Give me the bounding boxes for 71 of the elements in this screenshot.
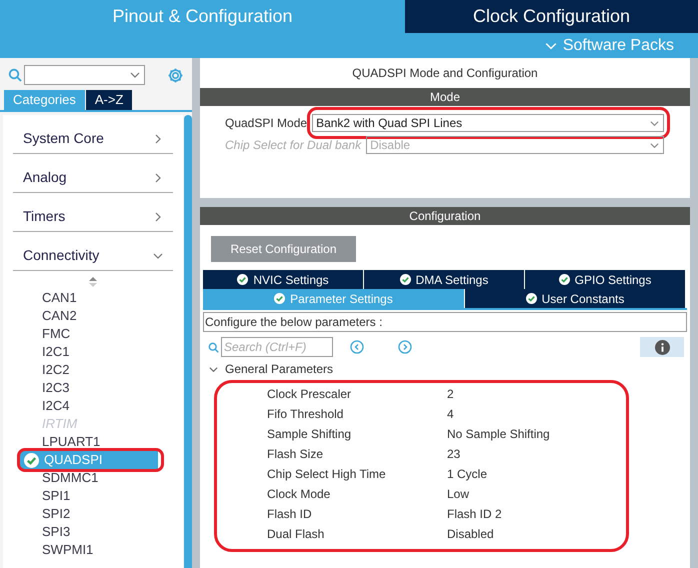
parameter-name: Dual Flash <box>267 526 326 543</box>
category-item[interactable]: Connectivity <box>13 232 173 271</box>
chevron-icon <box>209 364 218 374</box>
parameter-value[interactable]: Disabled <box>447 525 494 543</box>
section-header: Mode <box>200 88 690 106</box>
field-label: QuadSPI Mode <box>225 115 308 132</box>
parameter-name: Fifo Threshold <box>267 406 344 423</box>
peripheral-item[interactable]: I2C2 <box>3 361 183 379</box>
category-item[interactable]: System Core <box>13 115 173 154</box>
peripheral-item[interactable]: SPI3 <box>3 523 183 541</box>
check-icon <box>400 274 411 285</box>
parameter-name: Flash Size <box>267 446 324 463</box>
check-icon <box>24 452 39 468</box>
peripheral-item[interactable]: CAN2 <box>3 307 183 325</box>
category-item[interactable]: Analog <box>13 154 173 193</box>
peripheral-item[interactable]: SDMMC1 <box>3 469 183 487</box>
parameter-name: Sample Shifting <box>267 426 352 443</box>
config-tab[interactable]: GPIO Settings <box>525 270 685 289</box>
previous-icon[interactable] <box>350 340 364 354</box>
peripheral-item[interactable]: FMC <box>3 325 183 343</box>
group-header[interactable]: General Parameters <box>209 361 334 377</box>
field-label: Chip Select for Dual bank <box>225 137 362 154</box>
search-icon <box>8 68 22 82</box>
parameter-value[interactable]: 4 <box>447 405 454 423</box>
peripheral-item[interactable]: SPI1 <box>3 487 183 505</box>
peripheral-item[interactable]: CAN1 <box>3 289 183 307</box>
config-tab[interactable]: User Constants <box>465 289 685 308</box>
settings-icon[interactable] <box>167 66 184 84</box>
search-dropdown[interactable] <box>24 65 145 85</box>
peripheral-item[interactable]: SPI2 <box>3 505 183 523</box>
chevron-icon <box>649 140 660 150</box>
peripheral-item[interactable]: SWPMI1 <box>3 541 183 559</box>
panel-title: QUADSPI Mode and Configuration <box>351 65 539 82</box>
search-field[interactable]: Search (Ctrl+F) <box>221 337 333 357</box>
chevron-icon <box>153 133 163 145</box>
parameter-name: Chip Select High Time <box>267 466 387 483</box>
view-tab[interactable]: A->Z <box>86 90 132 110</box>
config-tab[interactable]: NVIC Settings <box>203 270 363 289</box>
info-icon <box>654 340 670 354</box>
peripheral-item[interactable]: I2C4 <box>3 397 183 415</box>
parameter-name: Clock Mode <box>267 486 332 503</box>
section-header: Configuration <box>200 207 690 225</box>
mode-dropdown[interactable]: Bank2 with Quad SPI Lines <box>312 114 664 132</box>
top-tab[interactable]: Clock Configuration <box>405 0 698 33</box>
peripheral-item[interactable]: I2C1 <box>3 343 183 361</box>
parameter-value[interactable]: Low <box>447 485 470 503</box>
parameter-value[interactable]: 2 <box>447 385 454 403</box>
info-button[interactable] <box>640 337 684 357</box>
check-icon <box>558 274 570 285</box>
chevron-icon <box>153 172 163 184</box>
parameter-name: Flash ID <box>267 506 313 523</box>
chevron-icon <box>130 70 140 80</box>
parameter-name: Clock Prescaler <box>267 386 352 403</box>
check-icon <box>274 293 286 304</box>
chevron-icon <box>649 118 660 128</box>
category-item[interactable]: Timers <box>13 193 173 232</box>
scrollbar[interactable] <box>184 115 192 568</box>
parameter-value[interactable]: Flash ID 2 <box>447 505 502 523</box>
peripheral-item[interactable]: LPUART1 <box>3 433 183 451</box>
search-icon <box>208 342 219 352</box>
next-icon[interactable] <box>398 340 412 354</box>
config-tab[interactable]: DMA Settings <box>364 270 524 289</box>
parameter-value[interactable]: 1 Cycle <box>447 465 488 483</box>
parameter-value[interactable]: 23 <box>447 445 460 463</box>
sort-icon[interactable] <box>89 277 97 287</box>
peripheral-item[interactable]: I2C3 <box>3 379 183 397</box>
check-icon <box>526 293 537 304</box>
parameter-value[interactable]: No Sample Shifting <box>447 425 550 443</box>
check-icon <box>237 274 248 285</box>
chevron-icon <box>153 211 163 223</box>
hint-text: Configure the below parameters : <box>203 312 687 332</box>
